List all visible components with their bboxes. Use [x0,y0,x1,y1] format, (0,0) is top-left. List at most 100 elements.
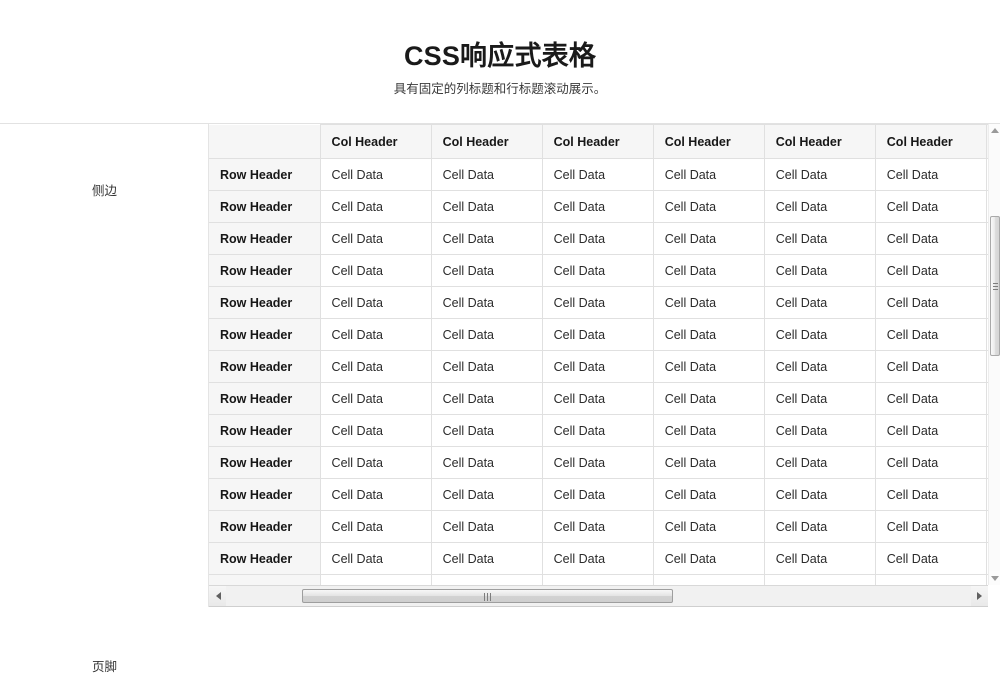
table-cell: Cell Data [652,254,765,287]
table-cell: Cell Data [874,478,987,511]
row-header[interactable]: Row Header [209,446,321,479]
col-header[interactable]: Col Header [763,124,876,159]
table-cell: Cell Data [430,382,543,415]
col-header[interactable]: Col Header [874,124,987,159]
scroll-left-arrow-icon[interactable] [209,586,226,606]
table-cell: Cell Data [541,510,654,543]
row-header[interactable]: Row Header [209,510,321,543]
table-row: Row HeaderCell DataCell DataCell DataCel… [209,350,988,383]
table-cell: Cell Data [319,286,432,319]
body-area: 侧边 Col Header Col Header Col Header Col … [0,124,1000,607]
table-corner-cell [209,124,321,159]
table-cell: Cell Data [541,574,654,585]
table-cell: Cell Data [319,510,432,543]
horizontal-scroll-track[interactable] [226,586,971,606]
table-cell: Cell Data [319,222,432,255]
table-cell: Cell Data [763,574,876,585]
table-cell: Cell Data [763,414,876,447]
table-cell: Cell Data [430,350,543,383]
table-cell: Cell Data [541,478,654,511]
col-header[interactable]: Col Header [319,124,432,159]
col-header[interactable]: Col Header [430,124,543,159]
row-header[interactable]: Row Header [209,542,321,575]
table-row: Row HeaderCell DataCell DataCell DataCel… [209,254,988,287]
triangle-left-icon [215,592,221,600]
table-cell: Cell Data [652,478,765,511]
table-cell: Cell Data [430,446,543,479]
table-cell: Cell Data [763,382,876,415]
col-header[interactable]: Col Header [541,124,654,159]
table-cell: Cell Data [541,318,654,351]
table-cell: Cell Data [874,350,987,383]
table-cell: Cell Data [652,574,765,585]
horizontal-scroll-thumb[interactable] [302,589,673,603]
table-row: Row HeaderCell DataCell DataCell DataCel… [209,158,988,191]
table-cell: Cell Data [319,414,432,447]
triangle-up-icon [991,128,999,133]
table-scroll-viewport[interactable]: Col Header Col Header Col Header Col Hea… [209,124,1000,607]
table-cell: Cell Data [430,158,543,191]
table-cell: Cell Data [319,574,432,585]
row-header[interactable]: Row Header [209,318,321,351]
table-cell: Cell Data [319,382,432,415]
col-header[interactable]: Col Header [652,124,765,159]
row-header[interactable]: Row Header [209,350,321,383]
row-header[interactable]: Row Header [209,158,321,191]
vertical-scroll-thumb[interactable] [990,216,1000,356]
vertical-scrollbar[interactable] [988,124,1000,585]
table-cell: Cell Data [541,382,654,415]
table-cell: Cell Data [874,510,987,543]
table-cell: Cell Data [652,318,765,351]
data-table: Col Header Col Header Col Header Col Hea… [209,124,988,585]
table-row: Row HeaderCell DataCell DataCell DataCel… [209,222,988,255]
table-cell: Cell Data [652,446,765,479]
table-row: Row HeaderCell DataCell DataCell DataCel… [209,542,988,575]
page-root: CSS响应式表格 具有固定的列标题和行标题滚动展示。 侧边 Col Header… [0,0,1000,699]
table-cell: Cell Data [874,382,987,415]
table-cell: Cell Data [763,286,876,319]
table-cell: Cell Data [319,190,432,223]
scroll-up-arrow-icon[interactable] [989,124,1000,138]
table-row: Row HeaderCell DataCell DataCell DataCel… [209,286,988,319]
sidebar: 侧边 [0,124,209,607]
table-cell: Cell Data [652,542,765,575]
table-cell: Cell Data [541,286,654,319]
table-cell: Cell Data [430,254,543,287]
table-cell: Cell Data [874,222,987,255]
sidebar-label: 侧边 [91,184,117,198]
table-cell: Cell Data [652,510,765,543]
table-cell: Cell Data [874,446,987,479]
scroll-down-arrow-icon[interactable] [989,571,1000,585]
table-cell: Cell Data [541,158,654,191]
horizontal-scrollbar[interactable] [209,585,988,607]
table-row: Row HeaderCell DataCell DataCell DataCel… [209,446,988,479]
table-cell: Cell Data [763,254,876,287]
table-cell: Cell Data [319,254,432,287]
row-header[interactable]: Row Header [209,414,321,447]
table-cell: Cell Data [541,222,654,255]
table-cell: Cell Data [652,190,765,223]
table-cell: Cell Data [652,158,765,191]
row-header[interactable]: Row Header [209,286,321,319]
row-header[interactable]: Row Header [209,254,321,287]
table-row: Row HeaderCell DataCell DataCell DataCel… [209,510,988,543]
table-cell: Cell Data [763,542,876,575]
row-header[interactable]: Row Header [209,222,321,255]
row-header[interactable]: Row Header [209,190,321,223]
row-header[interactable]: Row Header [209,574,321,585]
table-cell: Cell Data [430,510,543,543]
table-row: Row HeaderCell DataCell DataCell DataCel… [209,478,988,511]
table-row: Row HeaderCell DataCell DataCell DataCel… [209,414,988,447]
table-cell: Cell Data [430,574,543,585]
grip-icon [993,283,998,290]
table-header-row: Col Header Col Header Col Header Col Hea… [209,124,988,159]
scroll-right-arrow-icon[interactable] [971,586,988,606]
table-cell: Cell Data [652,350,765,383]
table-cell: Cell Data [319,318,432,351]
table-cell: Cell Data [430,222,543,255]
row-header[interactable]: Row Header [209,382,321,415]
page-subtitle: 具有固定的列标题和行标题滚动展示。 [393,81,607,96]
table-cell: Cell Data [541,446,654,479]
row-header[interactable]: Row Header [209,478,321,511]
table-cell: Cell Data [319,350,432,383]
